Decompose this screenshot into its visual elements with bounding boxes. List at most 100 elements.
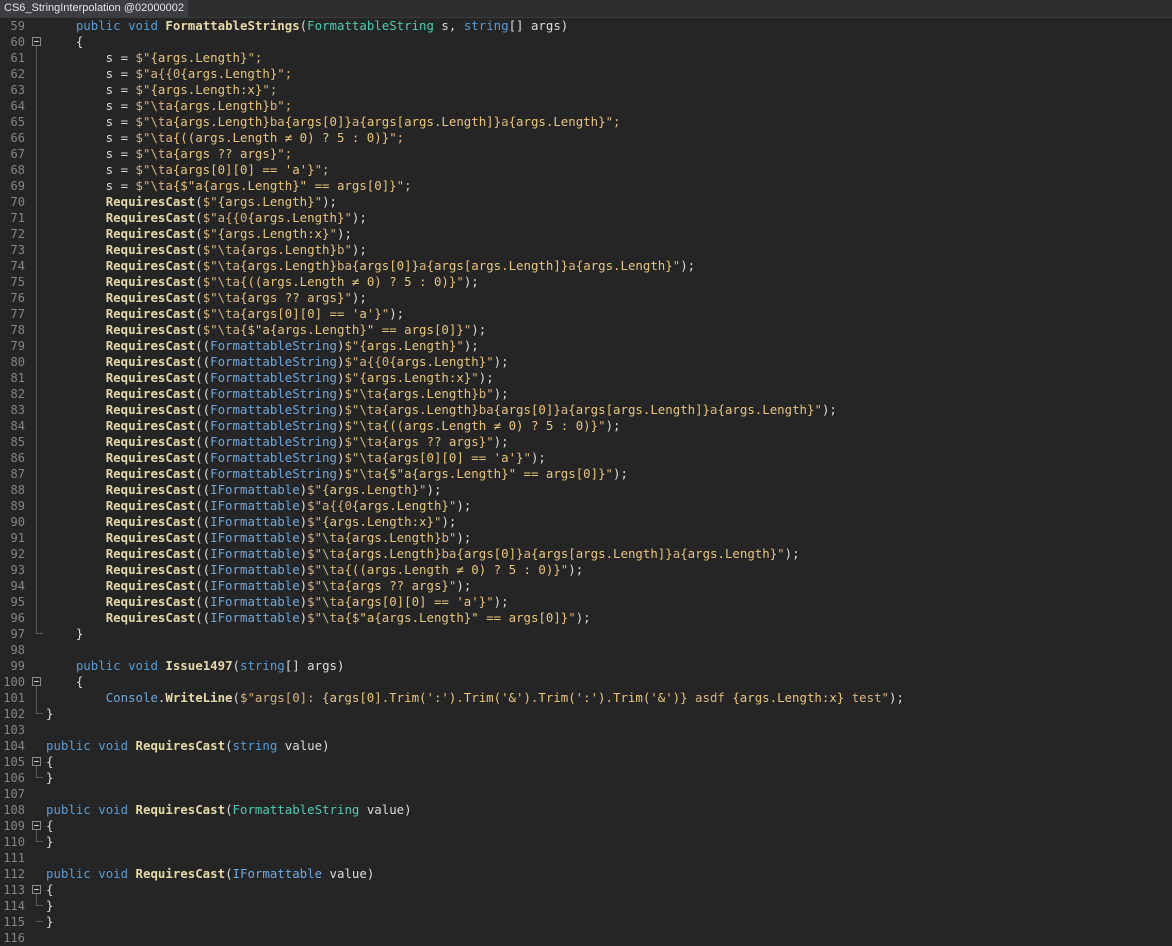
code-token: {$"a{args.Length}" == args[0]} (344, 610, 569, 625)
code-token: b" (441, 530, 457, 545)
line-number: 91 (10, 531, 25, 545)
code-line: 81 RequiresCast((FormattableString)$"{ar… (0, 370, 1172, 386)
code-text: Console.WriteLine($"args[0]: {args[0].Tr… (46, 690, 904, 706)
code-token: a (419, 258, 427, 273)
code-token: public (75, 18, 121, 33)
code-token: asdf (687, 690, 733, 705)
code-token: void (98, 802, 129, 817)
code-token: " (344, 290, 352, 305)
code-token: {args[0]} (456, 546, 524, 561)
collapse-toggle-icon[interactable] (32, 885, 41, 894)
code-line: 64 s = $"\ta{args.Length}b"; (0, 98, 1172, 114)
document-tab[interactable]: CS6_StringInterpolation @02000002 (0, 0, 188, 17)
code-token: ); (463, 338, 479, 353)
code-token: RequiresCast (135, 738, 226, 753)
code-token: {args.Length:x} (150, 82, 263, 97)
code-text: } (46, 898, 53, 914)
code-line: 60 { (0, 34, 1172, 50)
code-token: {args.Length} (180, 66, 278, 81)
code-token: $" (307, 482, 323, 497)
code-text: public void RequiresCast(FormattableStri… (46, 802, 412, 818)
collapse-toggle-icon[interactable] (32, 821, 41, 830)
code-line: 62 s = $"a{{0{args.Length}"; (0, 66, 1172, 82)
code-token: $"\ta (307, 562, 345, 577)
code-token: (( (195, 610, 211, 625)
document-tab-bar: CS6_StringInterpolation @02000002 (0, 0, 1172, 18)
code-text: s = $"a{{0{args.Length}"; (46, 66, 293, 82)
code-token: {args ?? args} (172, 146, 278, 161)
code-token: {args.Length} (344, 546, 442, 561)
code-token: {args.Length} (240, 242, 337, 257)
code-token: (( (195, 370, 211, 385)
code-token: {args.Length} (359, 338, 457, 353)
code-token: RequiresCast (135, 866, 226, 881)
code-token: {args[0][0] == 'a'} (344, 594, 487, 609)
line-number: 59 (10, 19, 25, 33)
fold-guide-line (36, 894, 37, 906)
code-text: s = $"\ta{$"a{args.Length}" == args[0]}"… (46, 178, 412, 194)
code-line: 63 s = $"{args.Length:x}"; (0, 82, 1172, 98)
collapse-toggle-icon[interactable] (32, 677, 41, 686)
code-token: "; (396, 178, 412, 193)
code-line: 104 public void RequiresCast(string value… (0, 738, 1172, 754)
code-text: RequiresCast((FormattableString)$"\ta{((… (46, 418, 621, 434)
code-token: ); (456, 578, 472, 593)
line-number: 82 (10, 387, 25, 401)
code-line: 91 RequiresCast((IFormattable)$"\ta{args… (0, 530, 1172, 546)
code-text: RequiresCast((IFormattable)$"\ta{args ??… (46, 578, 472, 594)
code-token: ); (530, 450, 546, 465)
code-editor[interactable]: 59 public void FormattableStrings(Format… (0, 18, 1172, 946)
code-token: ); (821, 402, 837, 417)
code-text: s = $"\ta{args[0][0] == 'a'}"; (46, 162, 330, 178)
code-token: RequiresCast (105, 546, 196, 561)
fold-guide-line (36, 766, 37, 778)
code-line: 98 (0, 642, 1172, 658)
code-token: ); (889, 690, 904, 705)
fold-guide-line (36, 830, 37, 842)
code-text: RequiresCast((FormattableString)$"\ta{ar… (46, 386, 509, 402)
code-text: RequiresCast((IFormattable)$"{args.Lengt… (46, 482, 442, 498)
code-token: test" (844, 690, 890, 705)
code-token: RequiresCast (135, 802, 226, 817)
code-token: $"\ta (344, 418, 382, 433)
code-token: {$"a{args.Length}" == args[0]} (240, 322, 464, 337)
code-token: (( (195, 562, 211, 577)
code-token: $"\ta (135, 114, 173, 129)
code-token: {$"a{args.Length}" == args[0]} (172, 178, 397, 193)
code-line: 94 RequiresCast((IFormattable)$"\ta{args… (0, 578, 1172, 594)
code-token: {args.Length} (351, 498, 449, 513)
code-token: {args[args.Length]} (568, 402, 711, 417)
code-token: a (523, 546, 531, 561)
code-token: ); (389, 306, 405, 321)
code-token: [] args) (284, 658, 345, 673)
code-token: ( (225, 802, 233, 817)
line-number: 67 (10, 147, 25, 161)
collapse-toggle-icon[interactable] (32, 37, 41, 46)
fold-guide-line (36, 686, 37, 714)
code-line: 101 Console.WriteLine($"args[0]: {args[0… (0, 690, 1172, 706)
code-token: FormattableString (210, 386, 337, 401)
code-text: RequiresCast((FormattableString)$"{args.… (46, 370, 494, 386)
code-token: (( (195, 338, 211, 353)
code-token: " (344, 210, 352, 225)
code-token: s = (46, 114, 136, 129)
code-token: $"\ta (344, 386, 382, 401)
code-token: "; (314, 162, 330, 177)
code-text: RequiresCast((IFormattable)$"{args.Lengt… (46, 514, 457, 530)
code-token: RequiresCast (105, 594, 196, 609)
code-line: 97 } (0, 626, 1172, 642)
code-token: " (568, 610, 576, 625)
code-token: $" (307, 514, 323, 529)
collapse-toggle-icon[interactable] (32, 757, 41, 766)
code-token: ( (195, 322, 203, 337)
